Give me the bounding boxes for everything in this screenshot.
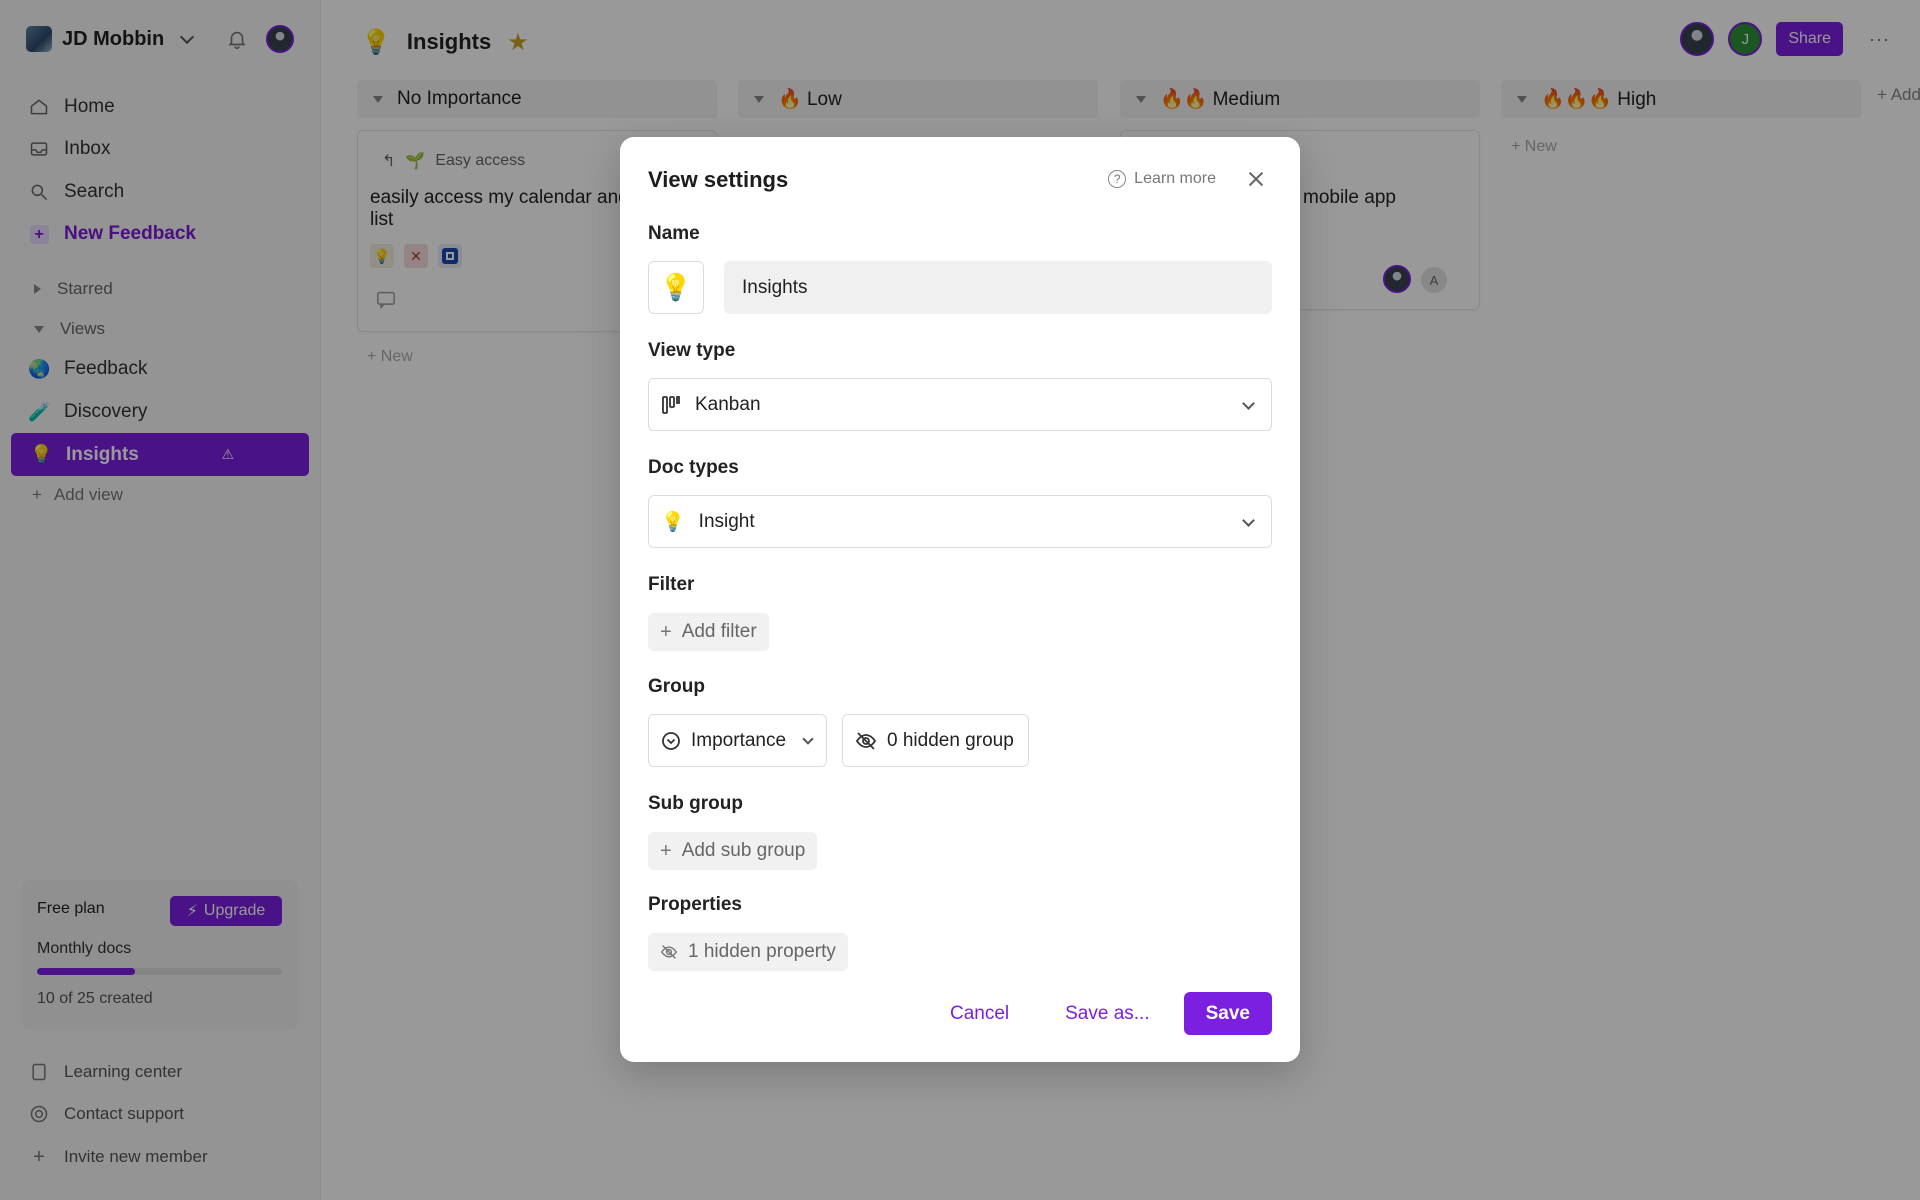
plus-icon: + [660,620,672,643]
emoji-picker-button[interactable]: 💡 [648,261,704,314]
close-icon[interactable] [1246,169,1266,189]
plus-icon: + [660,839,672,862]
dialog-footer: Cancel Save as... Save [922,992,1272,1035]
filter-label: Filter [648,574,695,595]
group-value: Importance [691,729,787,751]
circle-chevron-icon [662,731,680,750]
chevron-down-icon [802,732,814,745]
sub-group-label: Sub group [648,793,743,814]
hidden-group-label: 0 hidden group [887,729,1014,751]
hidden-property-button[interactable]: 1 hidden property [648,933,848,971]
chevron-down-icon [1242,514,1255,527]
add-filter-button[interactable]: + Add filter [648,613,769,651]
name-label: Name [648,223,700,244]
doc-types-select[interactable]: 💡 Insight [648,495,1272,548]
dialog-title: View settings [648,167,789,192]
learn-more-label: Learn more [1134,170,1216,187]
add-filter-label: Add filter [681,621,757,642]
lightbulb-icon: 💡 [661,511,685,533]
kanban-icon [662,395,680,414]
doc-type-value: Insight [698,510,755,532]
eye-off-icon [660,945,678,959]
hidden-property-label: 1 hidden property [688,941,836,962]
hidden-group-button[interactable]: 0 hidden group [842,714,1029,767]
help-icon: ? [1108,170,1127,188]
view-type-select[interactable]: Kanban [648,378,1272,431]
name-input[interactable] [724,261,1272,314]
view-settings-dialog: View settings ? Learn more Name 💡 View t… [620,137,1300,1062]
learn-more-link[interactable]: ? Learn more [1108,170,1216,188]
save-as-button[interactable]: Save as... [1037,992,1178,1035]
add-sub-group-label: Add sub group [681,840,806,861]
view-type-value: Kanban [695,393,761,415]
add-sub-group-button[interactable]: + Add sub group [648,832,818,870]
properties-label: Properties [648,894,742,915]
save-button[interactable]: Save [1183,992,1272,1035]
group-select[interactable]: Importance [648,714,828,767]
view-type-label: View type [648,340,736,361]
group-label: Group [648,676,705,697]
cancel-button[interactable]: Cancel [922,992,1037,1035]
doc-types-label: Doc types [648,457,739,478]
eye-off-icon [855,731,877,750]
chevron-down-icon [1242,397,1255,410]
